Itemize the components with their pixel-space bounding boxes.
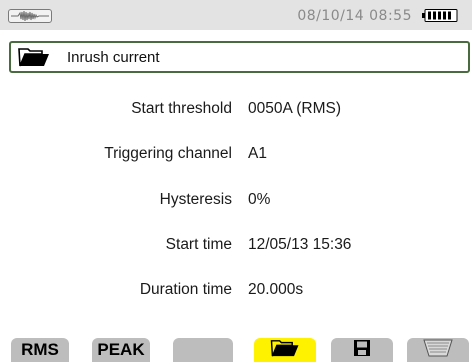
setting-row-duration-time: Duration time 20.000s: [0, 281, 472, 303]
save-icon: [353, 339, 371, 362]
screen-title-bar: Inrush current: [9, 41, 470, 73]
folder-open-icon: [18, 46, 50, 68]
setting-row-start-threshold: Start threshold 0050A (RMS): [0, 100, 472, 122]
waveform-icon[interactable]: [8, 9, 52, 23]
datetime-display: 08/10/14 08:55: [297, 8, 412, 24]
battery-full-icon: [422, 9, 458, 22]
setting-label: Duration time: [139, 281, 232, 298]
setting-label: Hysteresis: [159, 191, 232, 208]
peak-softkey[interactable]: PEAK: [92, 338, 150, 362]
setting-value: 12/05/13 15:36: [248, 236, 352, 253]
setting-row-hysteresis: Hysteresis 0%: [0, 191, 472, 213]
trash-icon: [423, 339, 453, 362]
blank-softkey[interactable]: [173, 338, 233, 362]
folder-open-icon: [270, 339, 300, 362]
setting-label: Start threshold: [131, 100, 232, 117]
setting-value: 20.000s: [248, 281, 304, 298]
status-bar: 08/10/14 08:55: [0, 0, 472, 30]
save-softkey[interactable]: [331, 338, 393, 362]
setting-row-start-time: Start time 12/05/13 15:36: [0, 236, 472, 258]
setting-row-triggering-channel: Triggering channel A1: [0, 145, 472, 167]
setting-label: Start time: [165, 236, 232, 253]
setting-value: A1: [248, 145, 267, 162]
rms-softkey[interactable]: RMS: [11, 338, 69, 362]
open-softkey[interactable]: [254, 338, 316, 362]
delete-softkey[interactable]: [407, 338, 469, 362]
setting-value: 0%: [248, 191, 271, 208]
screen-title: Inrush current: [67, 49, 160, 66]
setting-value: 0050A (RMS): [248, 100, 342, 117]
setting-label: Triggering channel: [104, 145, 232, 162]
